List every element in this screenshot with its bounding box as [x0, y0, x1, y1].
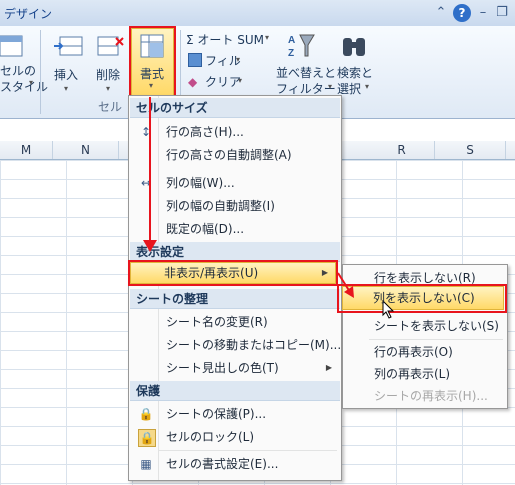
chevron-down-icon: ▾	[106, 84, 111, 93]
chevron-down-icon: ▾	[64, 84, 69, 93]
caret-up-icon[interactable]: ⌃	[432, 4, 450, 22]
svg-text:Z: Z	[288, 48, 294, 59]
menu-item-format-cells[interactable]: ▦ セルの書式設定(E)...	[130, 453, 340, 475]
insert-cells-icon	[54, 36, 83, 56]
submenu-arrow-icon: ▶	[325, 363, 332, 372]
menu-item-move-copy[interactable]: シートの移動またはコピー(M)...	[130, 334, 341, 356]
submenu-unhide-cols[interactable]: 列の再表示(L)	[344, 363, 506, 385]
chevron-down-icon: ▾	[236, 55, 241, 64]
submenu-unhide-sheet: シートの再表示(H)...	[374, 389, 488, 403]
row-height-icon: ↕	[140, 125, 152, 139]
title-bar: デザイン ⌃ ? – ❐	[0, 0, 515, 27]
group-label-cells: セル	[98, 100, 123, 114]
sort-label-1: 並べ替えと	[276, 66, 337, 80]
submenu-unhide-rows[interactable]: 行の再表示(O)	[344, 341, 506, 363]
menu-separator	[159, 450, 337, 451]
section-organize-sheets: シートの整理	[130, 289, 340, 309]
find-select-button[interactable]: 検索と 選択 ▾	[337, 32, 377, 96]
sort-filter-icon: A Z	[288, 34, 315, 59]
svg-text:A: A	[288, 35, 295, 46]
column-header-n[interactable]: N	[53, 141, 119, 159]
delete-button[interactable]: 削除 ▾	[92, 32, 126, 94]
section-cell-size: セルのサイズ	[130, 98, 340, 118]
chevron-down-icon: ▾	[365, 82, 370, 91]
submenu-hide-cols[interactable]: 列を表示しない(C)	[343, 287, 505, 309]
chevron-down-icon: ▾	[265, 33, 270, 42]
delete-label: 削除	[96, 68, 121, 82]
eraser-icon: ◆	[188, 75, 198, 89]
menu-item-col-width[interactable]: ↔ 列の幅(W)...	[130, 172, 340, 194]
clear-button[interactable]: クリア	[205, 73, 241, 90]
insert-button[interactable]: 挿入 ▾	[50, 32, 84, 94]
format-annotation-box	[129, 26, 176, 97]
help-icon[interactable]: ?	[453, 4, 471, 22]
menu-item-default-width[interactable]: 既定の幅(D)...	[130, 218, 340, 240]
chevron-down-icon: ▾	[238, 76, 243, 85]
menu-item-rename-sheet[interactable]: シート名の変更(R)	[130, 311, 340, 333]
menu-item-tab-color[interactable]: シート見出しの色(T) ▶	[130, 357, 340, 379]
section-protection: 保護	[130, 381, 340, 401]
sort-filter-button[interactable]: A Z 並べ替えと フィルター ▾	[276, 32, 337, 96]
column-header-m[interactable]: M	[0, 141, 53, 159]
minimize-icon[interactable]: –	[474, 4, 492, 22]
fill-icon	[188, 53, 202, 67]
submenu-hide-sheet[interactable]: シートを表示しない(S)	[344, 315, 506, 337]
format-cells-small-icon: ▦	[140, 457, 152, 471]
column-header-s[interactable]: S	[435, 141, 506, 159]
tab-design[interactable]: デザイン	[4, 5, 52, 22]
cell-style-label-1: セルの	[0, 64, 37, 78]
lock-cell-icon: 🔒	[138, 429, 156, 447]
menu-item-row-autofit[interactable]: 行の高さの自動調整(A)	[130, 144, 340, 166]
menu-item-col-autofit[interactable]: 列の幅の自動調整(I)	[130, 195, 340, 217]
menu-item-row-height[interactable]: ↕ 行の高さ(H)...	[130, 121, 340, 143]
submenu-separator	[369, 339, 503, 340]
lock-sheet-icon: 🔒	[138, 407, 154, 421]
restore-icon[interactable]: ❐	[493, 4, 511, 22]
insert-label: 挿入	[54, 68, 79, 82]
menu-item-hide-unhide-active[interactable]: 非表示/再表示(U) ▶	[130, 262, 336, 284]
cell-style-icon	[0, 35, 23, 57]
format-dropdown-menu: セルのサイズ ↕ 行の高さ(H)... 行の高さの自動調整(A) ↔ 列の幅(W…	[128, 95, 342, 481]
section-visibility: 表示設定	[130, 242, 340, 262]
ribbon-separator	[40, 30, 41, 114]
chevron-down-icon: ▾	[29, 78, 34, 87]
autosum-button[interactable]: Σ オート SUM	[186, 31, 264, 48]
chevron-down-icon: ▾	[328, 82, 333, 91]
menu-item-protect-sheet[interactable]: 🔒 シートの保護(P)...	[130, 403, 340, 425]
column-width-icon: ↔	[140, 176, 152, 190]
binoculars-icon	[343, 38, 365, 56]
find-label-1: 検索と	[337, 66, 374, 80]
column-header-r[interactable]: R	[369, 141, 435, 159]
delete-cells-icon	[97, 36, 124, 56]
menu-item-lock-cell[interactable]: 🔒 セルのロック(L)	[130, 426, 340, 448]
submenu-arrow-icon: ▶	[321, 268, 328, 277]
